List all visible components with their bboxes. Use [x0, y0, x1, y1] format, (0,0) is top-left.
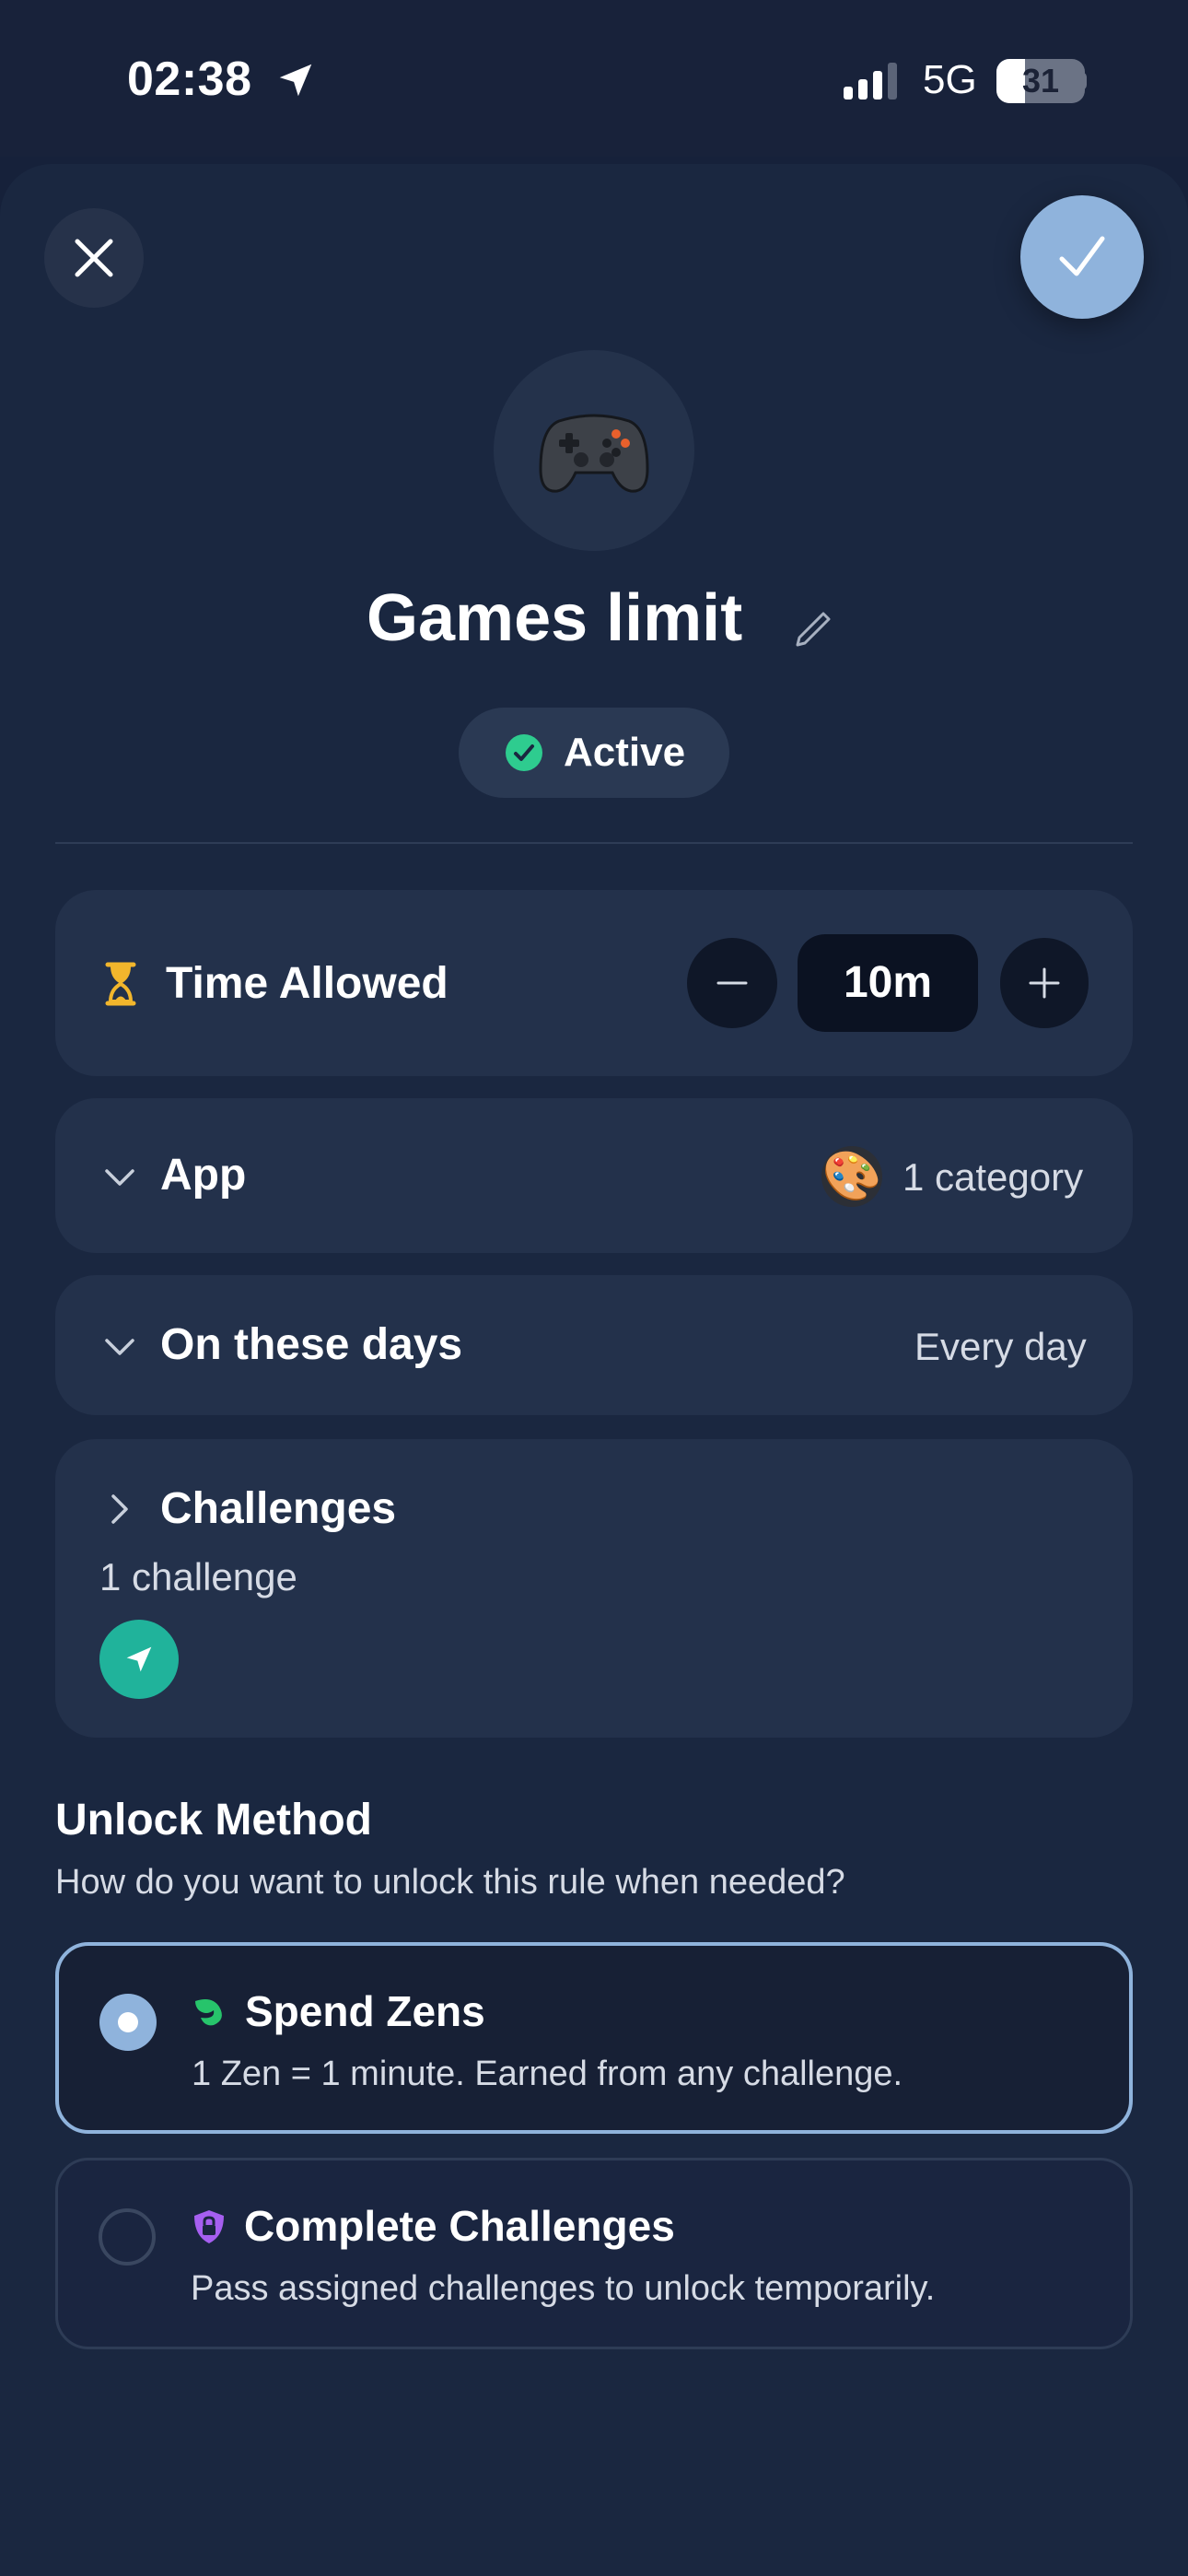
game-controller-icon	[539, 414, 649, 493]
battery-tip	[1079, 72, 1087, 90]
option-complete-challenges[interactable]: Complete Challenges Pass assigned challe…	[55, 2158, 1133, 2349]
increase-time-button[interactable]	[1000, 938, 1089, 1028]
chevron-down-icon	[105, 1339, 134, 1355]
time-allowed-card: Time Allowed 10m	[55, 890, 1133, 1076]
pencil-icon[interactable]	[792, 608, 834, 650]
challenges-card[interactable]: Challenges 1 challenge	[55, 1439, 1133, 1738]
app-category-count: 1 category	[903, 1155, 1084, 1199]
rule-title[interactable]: Games limit	[367, 580, 742, 656]
challenge-badge[interactable]	[99, 1620, 179, 1699]
divider	[55, 842, 1133, 844]
days-card[interactable]: On these days Every day	[55, 1275, 1133, 1415]
title-row: Games limit	[0, 580, 1188, 673]
days-label: On these days	[160, 1320, 463, 1369]
status-time: 02:38	[127, 53, 252, 106]
unlock-method-subtitle: How do you want to unlock this rule when…	[55, 1863, 845, 1902]
option-title: Complete Challenges	[244, 2202, 675, 2250]
confirm-button[interactable]	[1020, 195, 1144, 319]
app-label: App	[160, 1151, 247, 1200]
option-description: Pass assigned challenges to unlock tempo…	[191, 2269, 936, 2308]
days-value: Every day	[914, 1325, 1087, 1368]
palette-icon: 🎨	[821, 1146, 882, 1207]
check-circle-icon	[506, 734, 542, 771]
app-card[interactable]: App 🎨 1 category	[55, 1098, 1133, 1253]
close-button[interactable]	[44, 208, 144, 308]
close-icon	[75, 239, 113, 277]
time-allowed-label: Time Allowed	[166, 959, 448, 1008]
radio-unselected[interactable]	[99, 2208, 156, 2266]
chevron-right-icon	[111, 1494, 128, 1524]
unlock-method-title: Unlock Method	[55, 1796, 372, 1844]
decrease-time-button[interactable]	[687, 938, 777, 1028]
category-avatar[interactable]	[494, 350, 694, 551]
challenges-count: 1 challenge	[99, 1555, 297, 1598]
cellular-signal-icon	[844, 63, 897, 100]
plus-icon	[1029, 967, 1060, 999]
status-bar: 02:38 5G 31	[0, 0, 1188, 157]
battery-level: 31	[1021, 62, 1060, 100]
option-description: 1 Zen = 1 minute. Earned from any challe…	[192, 2055, 903, 2093]
location-arrow-icon	[126, 1646, 152, 1672]
minus-icon	[716, 981, 748, 985]
time-allowed-value[interactable]: 10m	[798, 934, 978, 1032]
status-label: Active	[564, 730, 686, 775]
chevron-down-icon	[105, 1169, 134, 1186]
challenges-label: Challenges	[160, 1484, 397, 1533]
leaf-icon	[195, 1999, 222, 2026]
option-title: Spend Zens	[245, 1987, 485, 2035]
network-label: 5G	[923, 57, 977, 102]
hourglass-icon	[105, 962, 136, 1006]
shield-lock-icon	[194, 2210, 224, 2243]
status-badge[interactable]: Active	[459, 708, 729, 798]
battery-icon: 31	[996, 59, 1085, 103]
option-spend-zens[interactable]: Spend Zens 1 Zen = 1 minute. Earned from…	[55, 1942, 1133, 2134]
location-arrow-icon	[279, 64, 312, 97]
checkmark-icon	[1059, 236, 1105, 276]
radio-selected[interactable]	[99, 1994, 157, 2051]
